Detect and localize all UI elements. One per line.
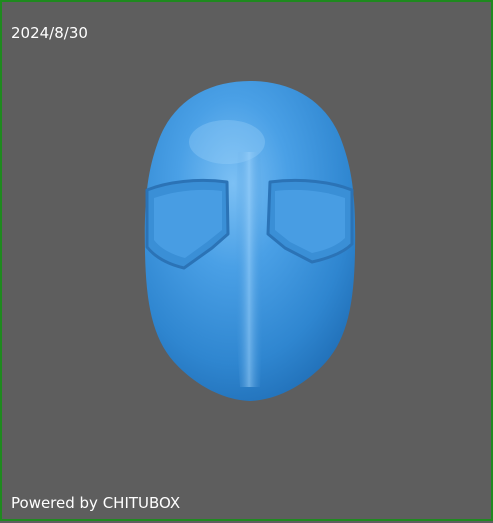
helmet-mask-icon — [144, 81, 356, 401]
date-label: 2024/8/30 — [11, 24, 88, 42]
powered-by-label: Powered by CHITUBOX — [11, 494, 181, 512]
preview-viewport: 2024/8/30 Powered by CHITUBOX — [0, 0, 493, 521]
forehead-highlight — [189, 120, 265, 164]
face-ridge — [235, 152, 263, 387]
